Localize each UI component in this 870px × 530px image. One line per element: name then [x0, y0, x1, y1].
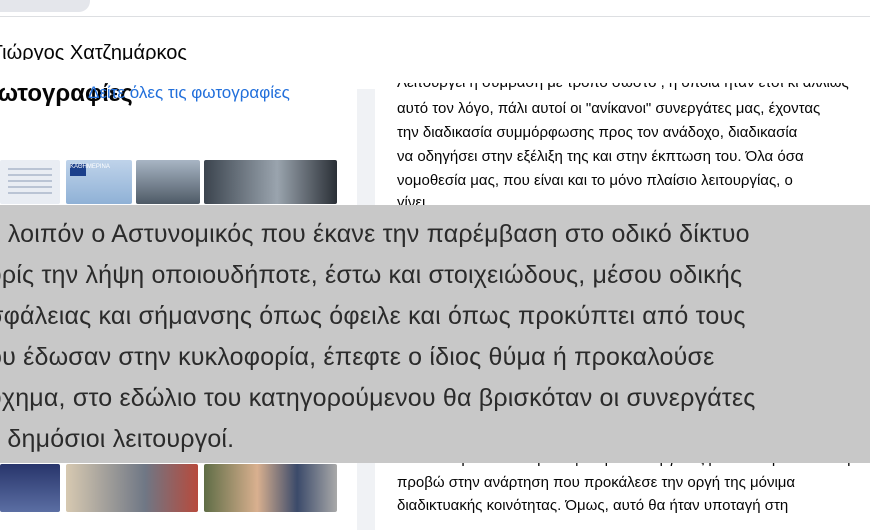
photo-thumbnail[interactable]: ΚΑΘΗΜΕΡΙΝΑ — [66, 160, 132, 204]
photo-sign-text: ΚΑΘΗΜΕΡΙΝΑ — [70, 164, 110, 176]
post-text-line: προβώ στην ανάρτηση που προκάλεσε την ορ… — [397, 474, 796, 491]
overlay-text-line: ύχημα, στο εδώλιο του κατηγορούμενου θα … — [0, 384, 756, 412]
see-all-photos-link[interactable]: Δείτε όλες τις φωτογραφίες — [88, 83, 290, 103]
search-box[interactable] — [0, 0, 90, 12]
post-text-line: να οδηγήσει στην εξέλιξη της και στην έκ… — [397, 148, 804, 165]
overlay-text-line: σφάλειας και σήμανσης όπως όφειλε και όπ… — [0, 302, 746, 330]
photo-thumbnail[interactable] — [0, 464, 60, 512]
overlay-text-line: ς δημόσιοι λειτουργοί. — [0, 425, 235, 453]
photo-thumbnail[interactable] — [66, 464, 198, 512]
post-text-line: διαδικτυακής κοινότητας. Όμως, αυτό θα ή… — [397, 497, 789, 514]
post-text-line: νομοθεσία μας, που είναι και το μόνο πλα… — [397, 172, 793, 189]
overlay-text-line: ου έδωσαν στην κυκλοφορία, έπεφτε ο ίδιο… — [0, 343, 715, 371]
photo-thumbnail[interactable] — [204, 464, 337, 512]
top-navigation-bar — [0, 0, 870, 17]
post-text-line: την διαδικασία συμμόρφωσης προς τον ανάδ… — [397, 124, 798, 141]
post-text-line: αυτό τον λόγο, πάλι αυτοί οι "ανίκανοι" … — [397, 100, 821, 117]
overlay-text-line: ν λοιπόν ο Αστυνομικός που έκανε την παρ… — [0, 220, 750, 248]
photo-thumbnail[interactable] — [204, 160, 337, 204]
photo-thumbnail[interactable] — [0, 160, 60, 204]
photo-thumbnail[interactable] — [136, 160, 200, 204]
overlay-text-line: υρίς την λήψη οποιουδήποτε, έστω και στο… — [0, 261, 743, 289]
